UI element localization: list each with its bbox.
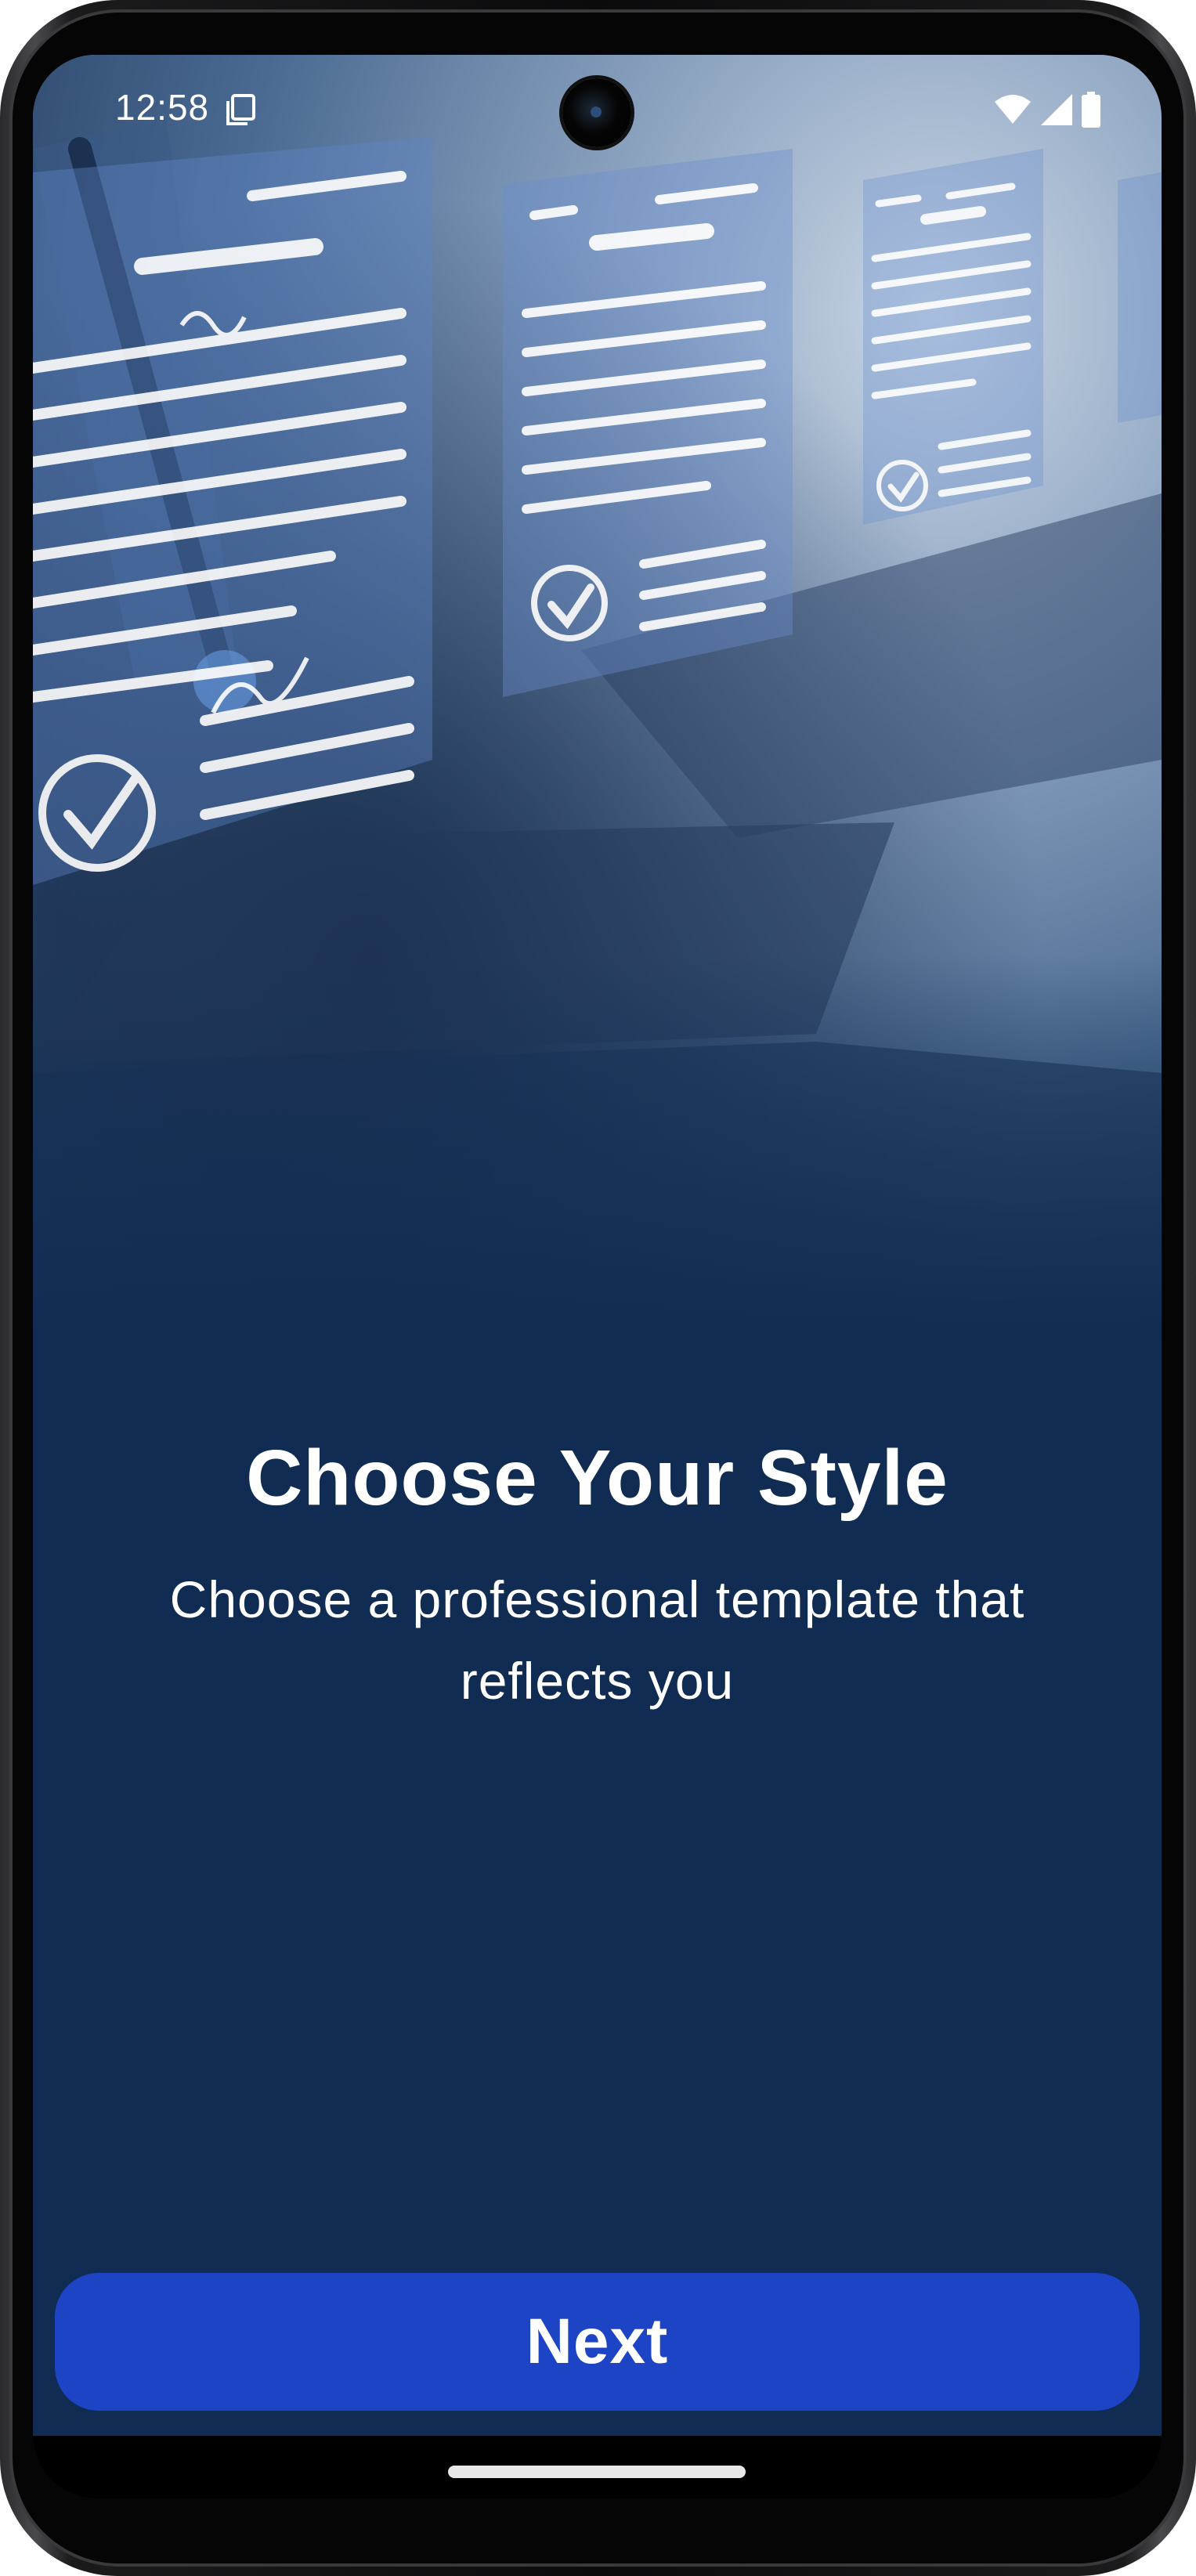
wifi-icon (995, 95, 1031, 124)
hero-image (33, 55, 1162, 1347)
status-time: 12:58 (115, 87, 210, 128)
navigation-bar (33, 2436, 1162, 2498)
subtitle-line-2: reflects you (460, 1652, 735, 1710)
front-camera (562, 78, 631, 147)
page-title: Choose Your Style (246, 1434, 948, 1522)
subtitle-line-1: Choose a professional template that (169, 1570, 1025, 1628)
screen-record-icon (226, 94, 255, 125)
phone-frame: 12:58 Choose Your Style Choose a profess… (0, 0, 1196, 2576)
home-indicator[interactable] (448, 2466, 746, 2478)
status-icons (994, 91, 1100, 128)
status-bar: 12:58 (33, 55, 1162, 172)
battery-icon (1082, 92, 1100, 128)
app-screen: 12:58 Choose Your Style Choose a profess… (33, 55, 1162, 2498)
cellular-signal-icon (1041, 94, 1072, 125)
next-button[interactable]: Next (55, 2273, 1140, 2411)
power-button (1191, 791, 1196, 909)
hero-fade-overlay (33, 956, 1162, 1347)
page-subtitle: Choose a professional template that refl… (127, 1559, 1068, 1722)
volume-button (1191, 1018, 1196, 1277)
